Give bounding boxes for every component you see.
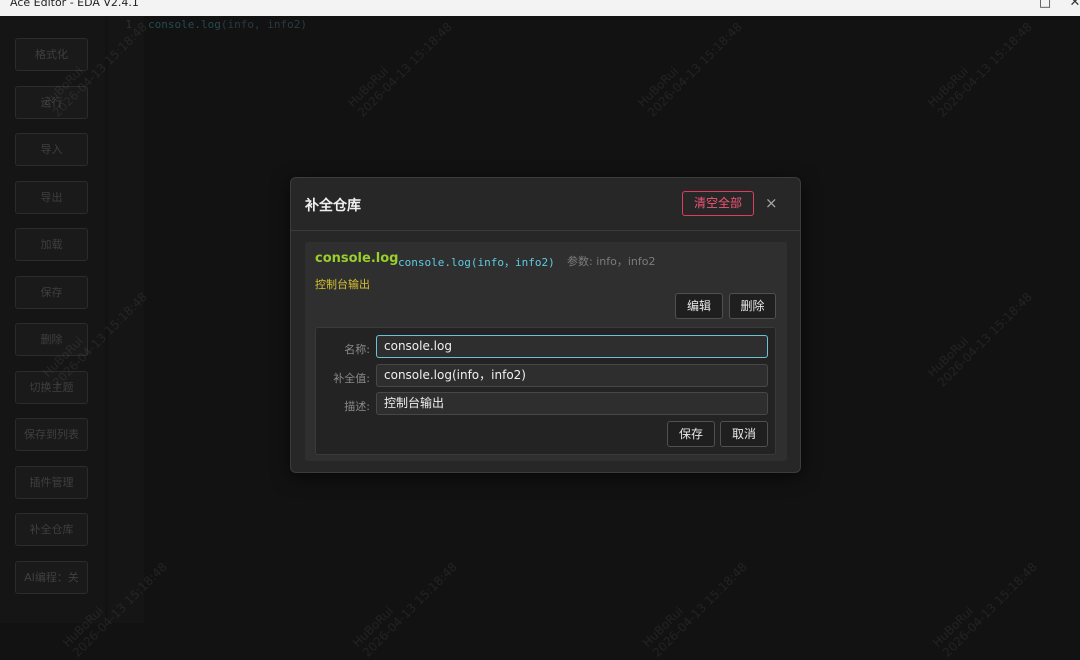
- line-number: 1: [125, 18, 132, 31]
- save-button[interactable]: 保存: [15, 276, 88, 309]
- save-to-list-button[interactable]: 保存到列表: [15, 418, 88, 451]
- sidebar: 格式化 运行 导入 导出 加载 保存 删除 切换主题 保存到列表 插件管理 补全…: [0, 16, 105, 623]
- entry-value: console.log(info，info2): [398, 256, 555, 269]
- close-icon[interactable]: ×: [765, 194, 778, 212]
- run-button[interactable]: 运行: [15, 86, 88, 119]
- load-button[interactable]: 加载: [15, 228, 88, 261]
- code-line[interactable]: console.log(info, info2): [148, 18, 307, 31]
- entry-name: console.log: [315, 251, 399, 266]
- value-input[interactable]: console.log(info，info2): [376, 364, 768, 387]
- export-button[interactable]: 导出: [15, 181, 88, 214]
- edit-form: 名称: console.log 补全值: console.log(info，in…: [315, 327, 776, 455]
- plugin-manager-button[interactable]: 插件管理: [15, 466, 88, 499]
- name-label: 名称:: [344, 343, 370, 356]
- editor-gutter: 1: [108, 16, 144, 623]
- import-button[interactable]: 导入: [15, 133, 88, 166]
- dialog-title: 补全仓库: [305, 198, 361, 214]
- value-label: 补全值:: [333, 372, 370, 385]
- toggle-theme-button[interactable]: 切换主题: [15, 371, 88, 404]
- minimize-icon[interactable]: ^: [1006, 0, 1024, 11]
- completion-repo-button[interactable]: 补全仓库: [15, 513, 88, 546]
- desc-label: 描述:: [344, 400, 370, 413]
- completion-entry: console.log console.log(info，info2) 参数: …: [305, 242, 787, 461]
- clear-all-button[interactable]: 清空全部: [682, 191, 754, 216]
- edit-button[interactable]: 编辑: [675, 293, 723, 319]
- delete-entry-button[interactable]: 删除: [729, 293, 776, 319]
- ai-coding-toggle[interactable]: AI编程：关: [15, 561, 88, 594]
- completion-repo-dialog: 补全仓库 清空全部 × console.log console.log(info…: [290, 177, 801, 473]
- delete-button[interactable]: 删除: [15, 323, 88, 356]
- entry-params: 参数: info，info2: [567, 255, 656, 268]
- code-function: console.log: [148, 18, 221, 31]
- window-title: Ace Editor - EDA V2.4.1: [10, 0, 139, 9]
- desc-input[interactable]: 控制台输出: [376, 392, 768, 415]
- code-arguments: (info, info2): [220, 18, 307, 31]
- maximize-icon[interactable]: □: [1036, 0, 1054, 11]
- window-titlebar: Ace Editor - EDA V2.4.1 ^ □ ✕: [0, 0, 1080, 16]
- name-input[interactable]: console.log: [376, 335, 768, 358]
- dialog-header: 补全仓库 清空全部 ×: [291, 178, 800, 231]
- close-window-icon[interactable]: ✕: [1066, 0, 1080, 11]
- form-save-button[interactable]: 保存: [667, 421, 715, 447]
- entry-description: 控制台输出: [315, 278, 370, 291]
- format-button[interactable]: 格式化: [15, 38, 88, 71]
- form-cancel-button[interactable]: 取消: [720, 421, 768, 447]
